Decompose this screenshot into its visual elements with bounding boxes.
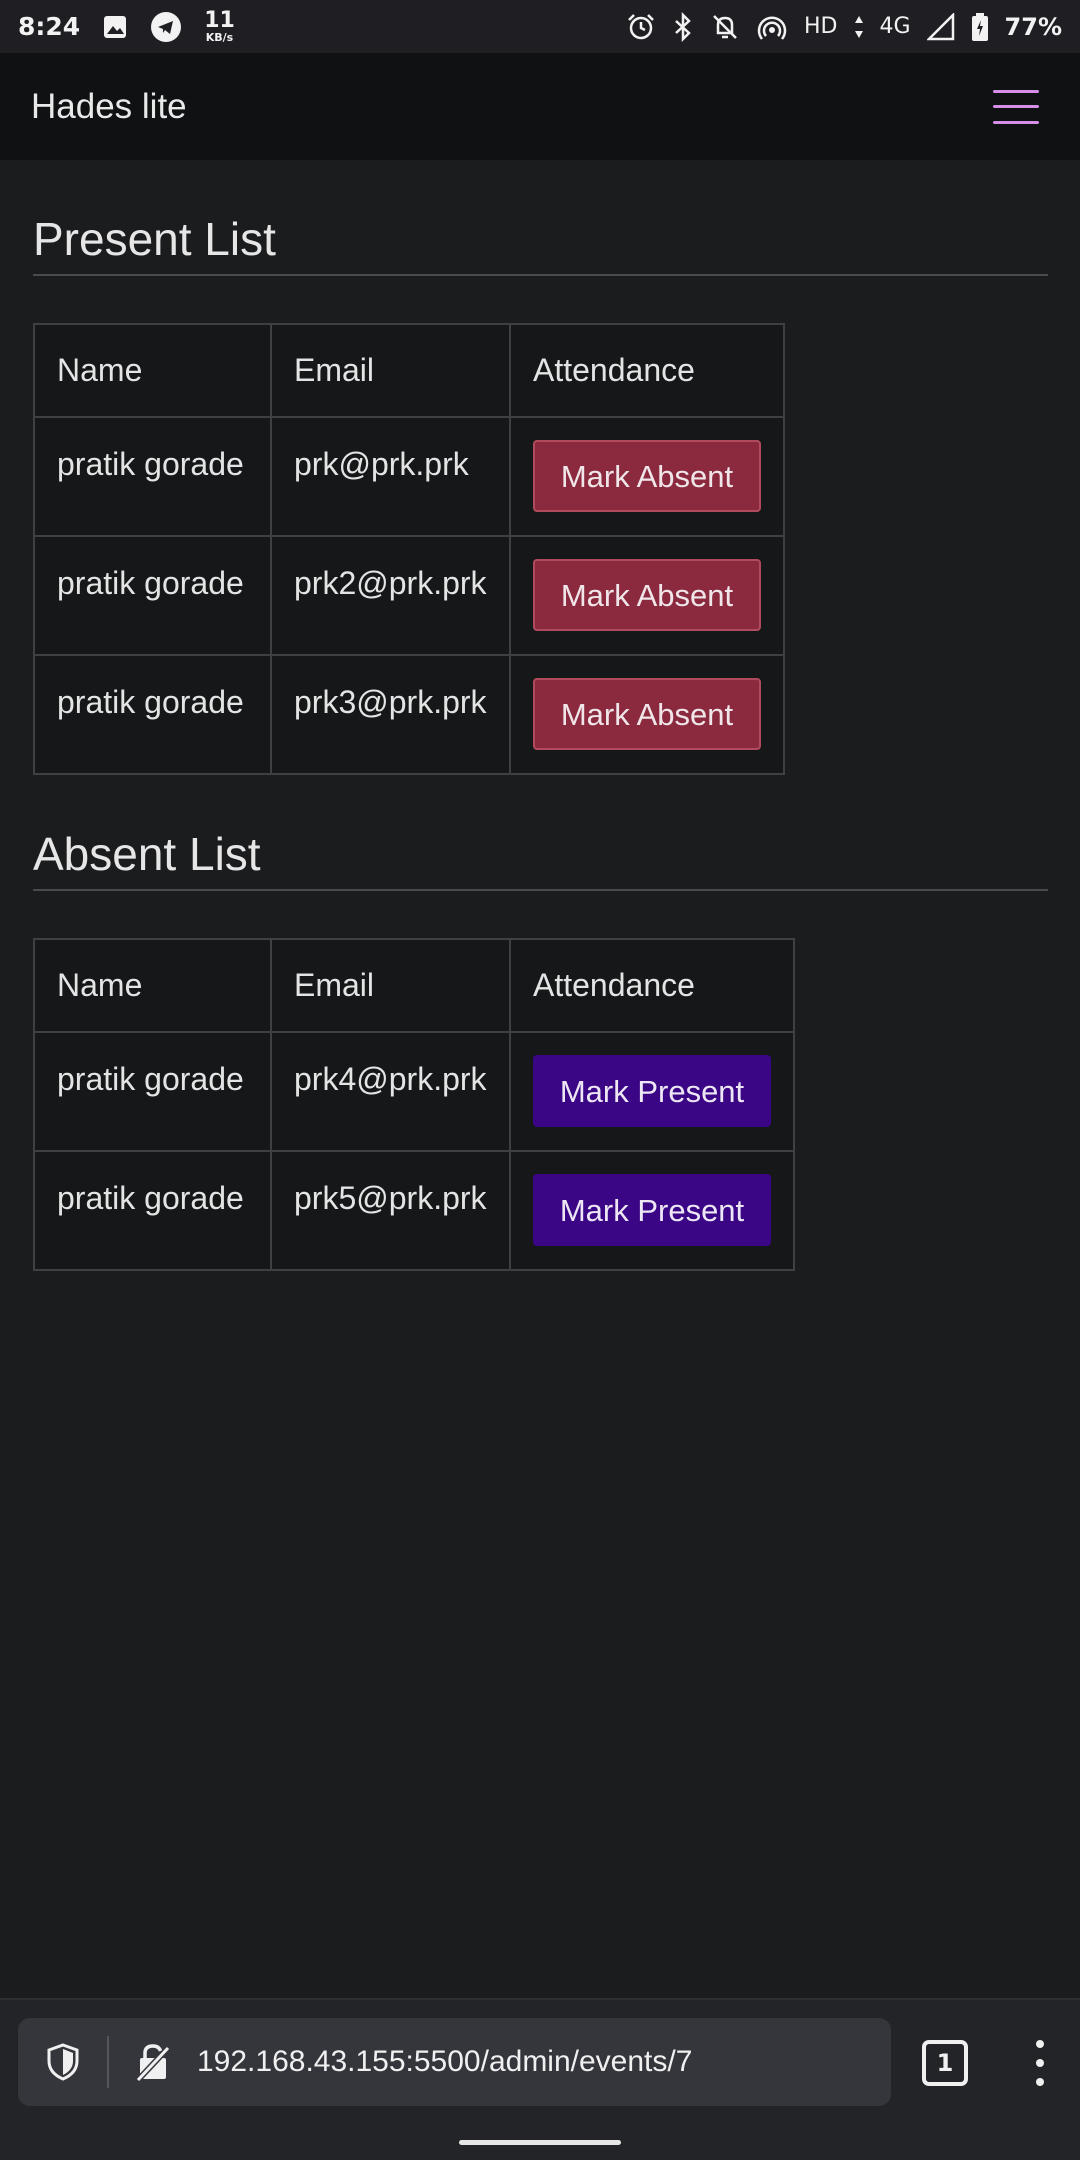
tab-count: 1 <box>936 2049 954 2077</box>
net-speed-value: 11 <box>204 8 235 33</box>
header-name: Name <box>33 323 272 418</box>
header-name: Name <box>33 938 272 1033</box>
table-header-row: Name Email Attendance <box>33 938 795 1033</box>
cell-attendance: Mark Absent <box>509 535 785 656</box>
hotspot-icon <box>756 12 788 42</box>
cell-attendance: Mark Absent <box>509 416 785 537</box>
alarm-icon <box>626 12 656 42</box>
status-right: HD 4G 77% <box>626 11 1062 42</box>
data-arrows-icon <box>854 14 864 40</box>
battery-icon <box>971 12 989 42</box>
more-menu-icon[interactable] <box>1030 2040 1050 2086</box>
mark-present-button[interactable]: Mark Present <box>533 1174 771 1246</box>
table-row: pratik gorade prk3@prk.prk Mark Absent <box>33 654 785 775</box>
cell-name: pratik gorade <box>33 416 272 537</box>
table-row: pratik gorade prk2@prk.prk Mark Absent <box>33 535 785 656</box>
home-indicator[interactable] <box>459 2140 621 2145</box>
cell-email: prk5@prk.prk <box>270 1150 511 1271</box>
cell-email: prk4@prk.prk <box>270 1031 511 1152</box>
absent-list-title: Absent List <box>33 775 1048 891</box>
brand-title[interactable]: Hades lite <box>31 87 187 127</box>
cell-name: pratik gorade <box>33 535 272 656</box>
bluetooth-icon <box>672 11 694 42</box>
cell-attendance: Mark Absent <box>509 654 785 775</box>
mute-icon <box>710 12 740 42</box>
browser-toolbar: 192.168.43.155:5500/admin/events/7 1 <box>0 1998 1080 2160</box>
net-speed: 11 KB/s <box>204 8 235 44</box>
cell-name: pratik gorade <box>33 1031 272 1152</box>
cell-attendance: Mark Present <box>509 1031 795 1152</box>
insecure-lock-icon[interactable] <box>109 2042 197 2082</box>
main-content: Present List Name Email Attendance prati… <box>33 160 1048 1271</box>
status-bar: 8:24 11 KB/s HD 4G 77% <box>0 0 1080 53</box>
header-attendance: Attendance <box>509 323 785 418</box>
navbar: Hades lite <box>0 53 1080 160</box>
address-bar[interactable]: 192.168.43.155:5500/admin/events/7 <box>18 2018 891 2106</box>
cell-email: prk2@prk.prk <box>270 535 511 656</box>
mark-present-button[interactable]: Mark Present <box>533 1055 771 1127</box>
table-row: pratik gorade prk@prk.prk Mark Absent <box>33 416 785 537</box>
cell-name: pratik gorade <box>33 1150 272 1271</box>
mark-absent-button[interactable]: Mark Absent <box>533 559 761 631</box>
cell-name: pratik gorade <box>33 654 272 775</box>
header-email: Email <box>270 938 511 1033</box>
network-type: 4G <box>879 14 911 39</box>
table-header-row: Name Email Attendance <box>33 323 785 418</box>
mark-absent-button[interactable]: Mark Absent <box>533 440 761 512</box>
battery-level: 77% <box>1004 12 1062 41</box>
cell-email: prk@prk.prk <box>270 416 511 537</box>
cell-email: prk3@prk.prk <box>270 654 511 775</box>
mark-absent-button[interactable]: Mark Absent <box>533 678 761 750</box>
url-text[interactable]: 192.168.43.155:5500/admin/events/7 <box>197 2045 692 2079</box>
image-icon <box>102 14 128 40</box>
present-table: Name Email Attendance pratik gorade prk@… <box>33 323 785 775</box>
hd-label: HD <box>804 14 838 39</box>
header-attendance: Attendance <box>509 938 795 1033</box>
table-row: pratik gorade prk5@prk.prk Mark Present <box>33 1150 795 1271</box>
header-email: Email <box>270 323 511 418</box>
net-speed-unit: KB/s <box>205 31 234 44</box>
hamburger-icon[interactable] <box>993 89 1039 124</box>
present-list-title: Present List <box>33 160 1048 276</box>
absent-table: Name Email Attendance pratik gorade prk4… <box>33 938 795 1271</box>
telegram-icon <box>150 11 182 43</box>
shield-icon[interactable] <box>18 2043 107 2081</box>
status-left: 8:24 11 KB/s <box>18 8 235 44</box>
signal-icon <box>926 12 955 41</box>
table-row: pratik gorade prk4@prk.prk Mark Present <box>33 1031 795 1152</box>
cell-attendance: Mark Present <box>509 1150 795 1271</box>
tabs-icon[interactable]: 1 <box>922 2040 968 2086</box>
status-time: 8:24 <box>18 12 81 41</box>
